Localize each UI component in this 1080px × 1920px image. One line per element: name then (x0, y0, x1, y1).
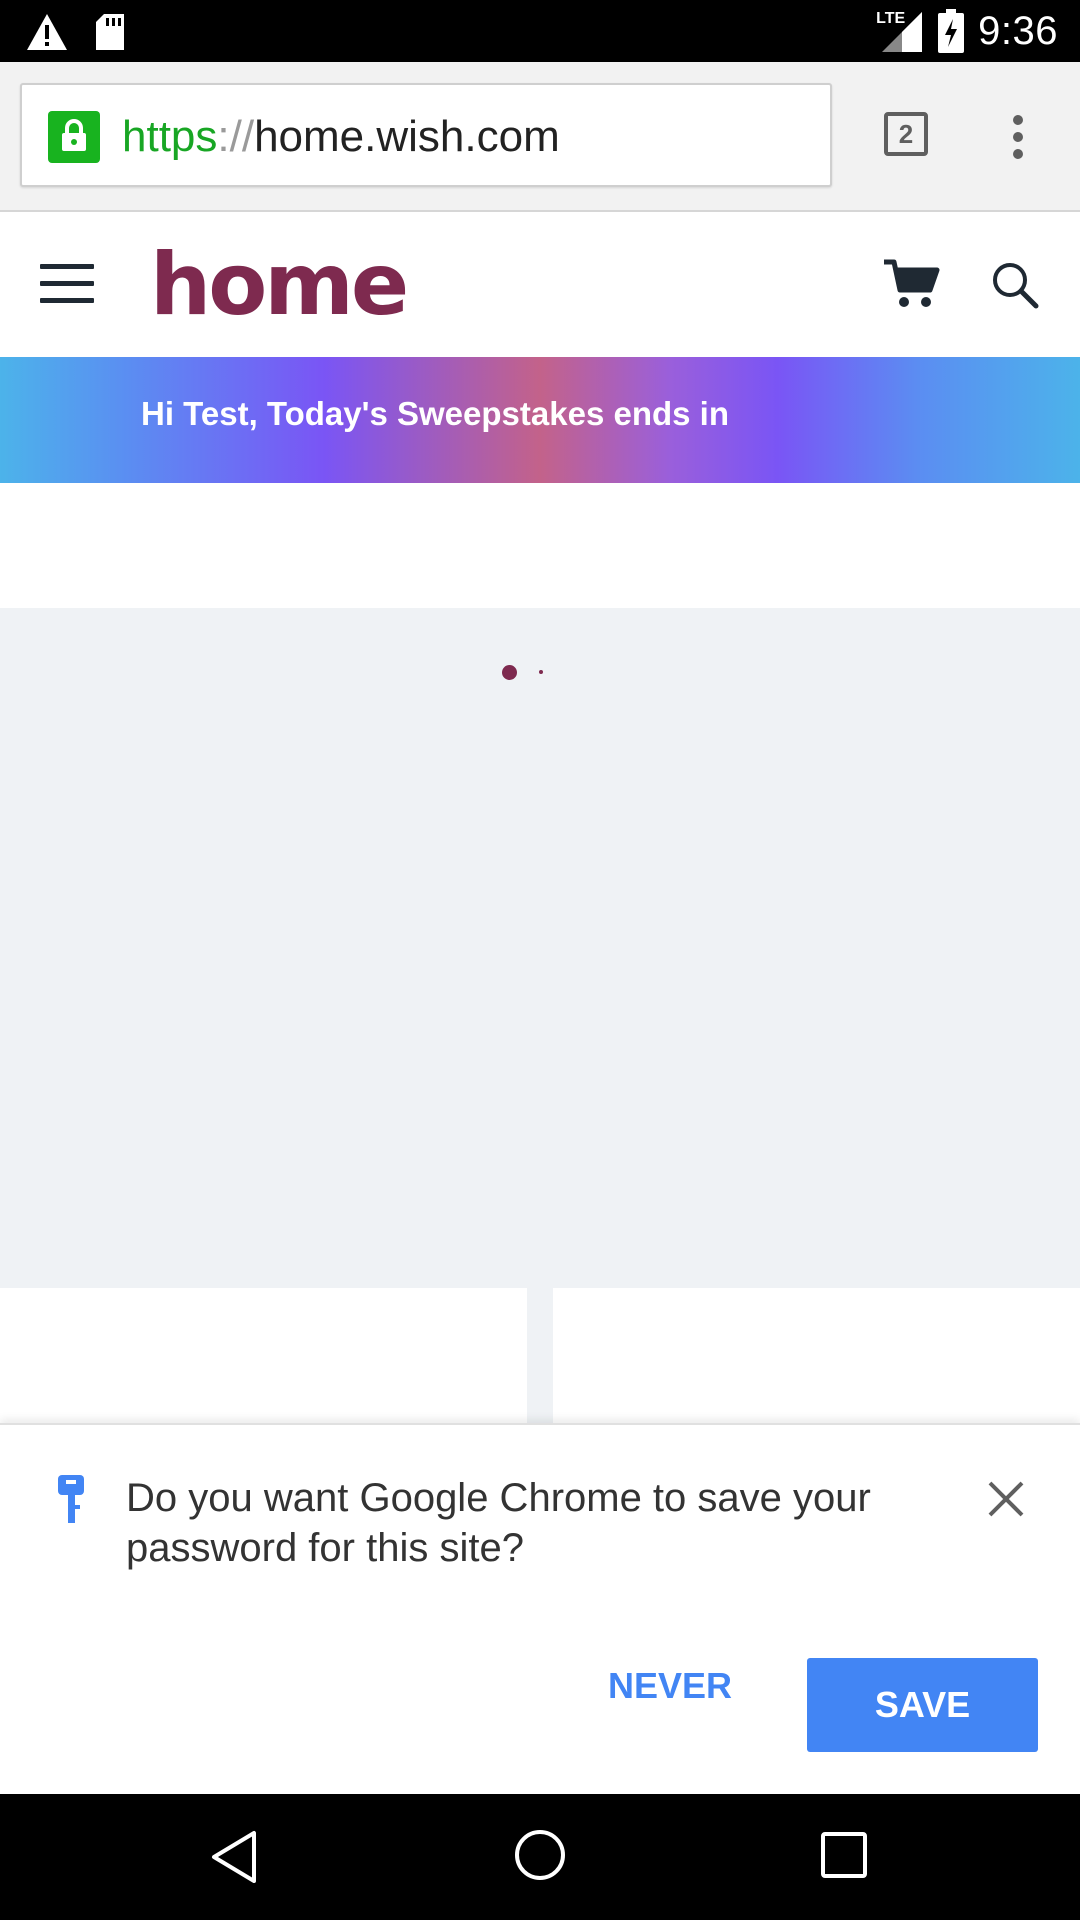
status-right-icons: LTE 9:36 (876, 8, 1058, 54)
url-host: home.wish.com (254, 112, 560, 161)
never-button[interactable]: NEVER (600, 1651, 740, 1721)
cart-icon[interactable] (882, 258, 940, 310)
sweepstakes-banner[interactable]: Hi Test, Today's Sweepstakes ends in (0, 357, 1080, 483)
signal-icon: LTE (876, 8, 924, 54)
loading-indicator (502, 665, 517, 680)
url-scheme: https (122, 112, 218, 161)
overflow-menu-icon[interactable] (1000, 114, 1036, 160)
tab-count: 2 (898, 118, 914, 149)
browser-toolbar: https://home.wish.com 2 (0, 62, 1080, 212)
content-area (0, 608, 1080, 1288)
warning-icon (27, 14, 67, 50)
search-icon[interactable] (990, 260, 1040, 310)
banner-text: Hi Test, Today's Sweepstakes ends in (141, 395, 729, 432)
infobar-message: Do you want Google Chrome to save your p… (126, 1476, 871, 1570)
key-icon (58, 1475, 84, 1523)
status-left-icons (26, 12, 126, 52)
address-bar[interactable]: https://home.wish.com (20, 83, 832, 187)
card-gutter (527, 1288, 553, 1423)
sd-card-icon (96, 14, 124, 50)
loading-indicator-dot (539, 670, 543, 674)
site-header: home (0, 212, 1080, 357)
home-icon[interactable] (513, 1828, 567, 1882)
url-text[interactable]: https://home.wish.com (122, 109, 560, 165)
site-logo[interactable]: home (150, 230, 409, 340)
status-time: 9:36 (978, 8, 1058, 53)
save-button[interactable]: SAVE (807, 1658, 1038, 1752)
url-separator: :// (217, 112, 255, 161)
recents-icon[interactable] (821, 1832, 867, 1878)
tab-switcher-icon[interactable]: 2 (884, 112, 928, 156)
navigation-bar (0, 1794, 1080, 1920)
lock-icon[interactable] (48, 111, 100, 163)
save-password-infobar: Do you want Google Chrome to save your p… (0, 1423, 1080, 1796)
close-icon[interactable] (986, 1479, 1026, 1519)
back-icon[interactable] (210, 1830, 258, 1884)
hamburger-menu-icon[interactable] (40, 264, 94, 304)
battery-charging-icon (938, 9, 965, 53)
status-bar: LTE 9:36 (0, 0, 1080, 62)
